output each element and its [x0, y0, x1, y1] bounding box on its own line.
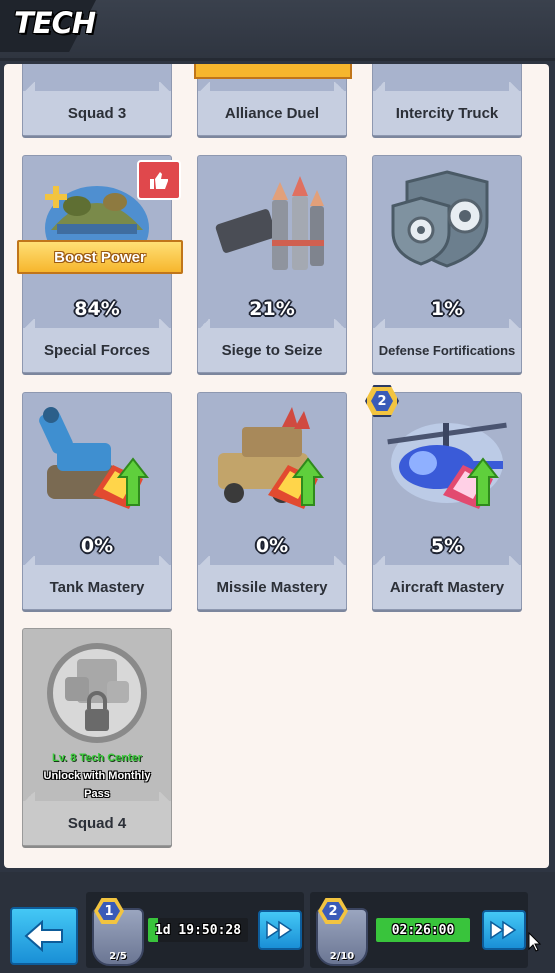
card-name: Siege to Seize — [221, 341, 323, 359]
card-name: Tank Mastery — [49, 578, 145, 596]
research-queue-2[interactable]: 2/10 2 02:26:00 — [310, 892, 528, 968]
banner-fragment — [194, 64, 352, 79]
queue-count: 2/10 — [329, 951, 355, 962]
missile-truck-icon — [212, 403, 332, 523]
queue-timer: 02:26:00 — [376, 918, 470, 942]
card-name: Defense Fortifications — [378, 342, 516, 358]
card-name: Missile Mastery — [216, 578, 328, 596]
queue-count: 2/5 — [109, 951, 127, 962]
speedup-button[interactable] — [258, 910, 302, 950]
tech-card-aircraft-mastery[interactable]: 2 5% Aircraft Mastery — [365, 385, 522, 610]
tech-card-tank-mastery[interactable]: 0% Tank Mastery — [22, 392, 172, 610]
tech-card-siege-to-seize[interactable]: 21% Siege to Seize — [197, 155, 347, 373]
card-name: Alliance Duel — [224, 104, 320, 122]
tech-card-missile-mastery[interactable]: 0% Missile Mastery — [197, 392, 347, 610]
fast-forward-icon — [266, 920, 293, 940]
page-title: TECH — [14, 6, 96, 40]
tech-card-squad-3[interactable]: Squad 3 — [22, 64, 172, 136]
tech-panel[interactable]: Squad 3 Alliance Duel Intercity Truck Bo… — [4, 64, 549, 868]
progress-percent: 21% — [249, 298, 295, 320]
helicopter-icon — [387, 403, 507, 523]
locked-gear-icon — [37, 637, 157, 757]
card-name: Intercity Truck — [395, 104, 499, 122]
unlock-text-1: Unlock with Monthly — [43, 770, 151, 782]
queue-timer: 1d 19:50:28 — [148, 918, 248, 942]
tech-card-defense-fortifications[interactable]: 1% Defense Fortifications — [372, 155, 522, 373]
timer-text: 1d 19:50:28 — [154, 922, 242, 938]
tech-card-intercity-truck[interactable]: Intercity Truck — [372, 64, 522, 136]
rockets-icon — [212, 166, 332, 286]
timer-text: 02:26:00 — [391, 922, 455, 938]
progress-percent: 5% — [430, 535, 464, 557]
card-name: Aircraft Mastery — [389, 578, 505, 596]
progress-percent: 84% — [74, 298, 120, 320]
tank-icon — [37, 403, 157, 523]
boost-power-banner: Boost Power — [17, 240, 183, 274]
speedup-button[interactable] — [482, 910, 526, 950]
top-bar: TECH — [0, 0, 555, 61]
shield-gears-icon — [387, 166, 507, 286]
back-button[interactable] — [10, 907, 78, 965]
tech-card-squad-4[interactable]: Lv. 8 Tech Center Unlock with Monthly Pa… — [22, 628, 172, 846]
card-name: Squad 4 — [67, 814, 127, 832]
back-arrow-icon — [24, 920, 63, 952]
card-name: Special Forces — [44, 341, 150, 359]
fast-forward-icon — [490, 920, 517, 940]
progress-percent: 0% — [80, 535, 114, 557]
tech-card-special-forces[interactable]: Boost Power 84% Special Forces — [17, 155, 183, 373]
research-queue-1[interactable]: 2/5 1 1d 19:50:28 — [86, 892, 304, 968]
card-name: Squad 3 — [67, 104, 127, 122]
progress-percent: 0% — [255, 535, 289, 557]
progress-percent: 1% — [430, 298, 464, 320]
like-icon[interactable] — [137, 160, 181, 200]
mouse-cursor-icon — [528, 932, 542, 952]
tech-card-alliance-duel[interactable]: Alliance Duel — [194, 64, 352, 136]
requirement-text: Lv. 8 Tech Center — [51, 752, 143, 764]
